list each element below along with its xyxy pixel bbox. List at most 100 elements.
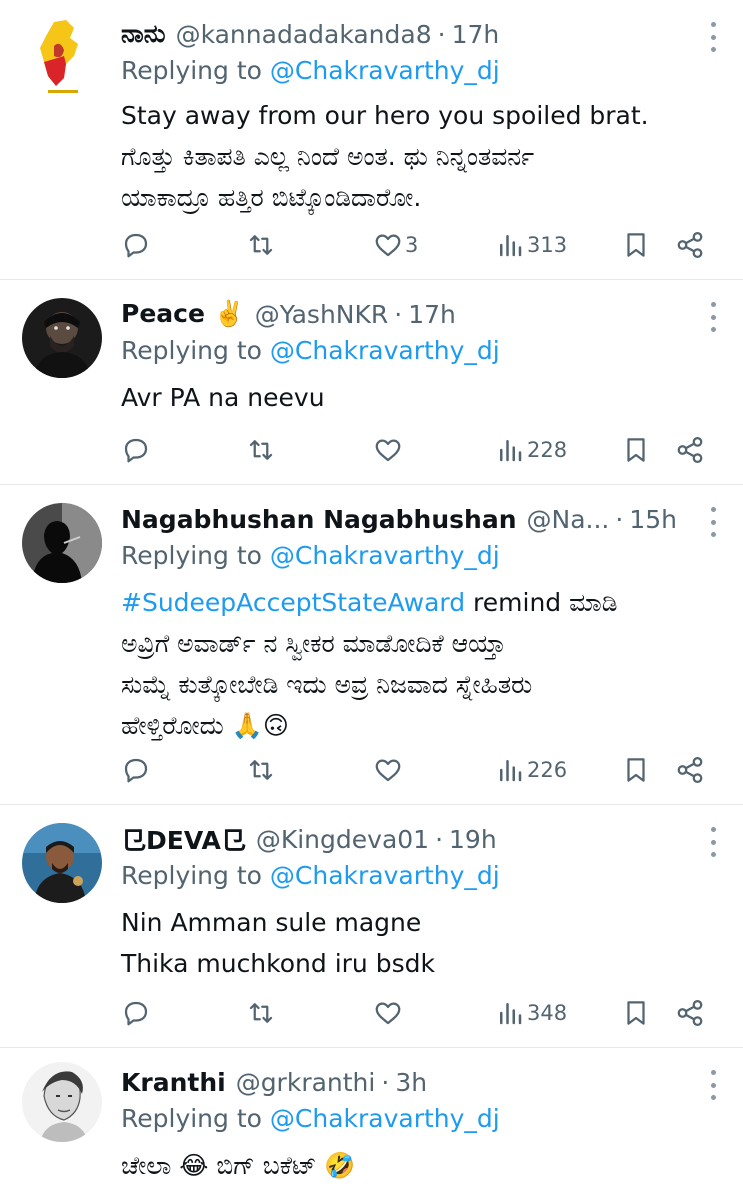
replying-label: Replying to: [121, 336, 270, 365]
avatar[interactable]: [30, 16, 96, 100]
mention-link[interactable]: @Chakravarthy_dj: [270, 56, 500, 85]
tweet[interactable]: Peace ✌️ @YashNKR · 17h Replying to @Cha…: [0, 280, 743, 485]
like-button[interactable]: [373, 430, 405, 470]
like-button[interactable]: [373, 750, 405, 790]
user-handle[interactable]: @YashNKR: [255, 300, 388, 329]
timestamp[interactable]: 17h: [452, 20, 500, 49]
views-button[interactable]: 313: [495, 225, 567, 265]
views-button[interactable]: 228: [495, 430, 567, 470]
tweet[interactable]: Kranthi @grkranthi · 3h Replying to @Cha…: [0, 1048, 743, 1200]
action-bar: 348: [121, 993, 721, 1033]
reply-button[interactable]: [121, 225, 151, 265]
display-name[interactable]: Kranthi: [121, 1068, 226, 1097]
separator-dot: ·: [435, 824, 444, 854]
more-options-icon[interactable]: [703, 507, 723, 537]
bookmark-button[interactable]: [621, 225, 651, 265]
tweet-header: Peace ✌️ @YashNKR · 17h: [121, 294, 456, 334]
like-button[interactable]: 3: [373, 225, 418, 265]
dark-portrait-avatar: [22, 298, 102, 378]
replying-to: Replying to @Chakravarthy_dj: [121, 56, 500, 85]
retweet-icon: [249, 440, 273, 460]
more-options-icon[interactable]: [703, 1070, 723, 1100]
timestamp[interactable]: 19h: [449, 825, 497, 854]
tweet[interactable]: ನಾನು @kannadadakanda8 · 17h Replying to …: [0, 0, 743, 280]
tweet[interactable]: Nagabhushan Nagabhushan @Na... · 15h Rep…: [0, 485, 743, 805]
views-button[interactable]: 226: [495, 750, 567, 790]
timestamp[interactable]: 3h: [395, 1068, 427, 1097]
retweet-icon: [249, 235, 273, 255]
avatar[interactable]: [22, 823, 102, 903]
user-handle[interactable]: @kannadadakanda8: [176, 20, 432, 49]
mention-link[interactable]: @Chakravarthy_dj: [270, 336, 500, 365]
display-name[interactable]: Peace ✌️: [121, 299, 245, 329]
user-handle[interactable]: @grkranthi: [236, 1068, 376, 1097]
retweet-button[interactable]: [246, 750, 276, 790]
bookmark-button[interactable]: [621, 430, 651, 470]
timestamp[interactable]: 15h: [629, 505, 677, 534]
more-options-icon[interactable]: [703, 22, 723, 52]
replying-label: Replying to: [121, 1104, 270, 1133]
more-options-icon[interactable]: [703, 827, 723, 857]
replying-to: Replying to @Chakravarthy_dj: [121, 861, 500, 890]
share-button[interactable]: [675, 225, 705, 265]
hashtag-link[interactable]: #SudeepAcceptStateAward: [121, 588, 465, 617]
tweet-text: Avr PA na neevu: [121, 377, 325, 418]
reply-button[interactable]: [121, 430, 151, 470]
share-icon: [677, 232, 703, 258]
retweet-button[interactable]: [246, 225, 276, 265]
mention-link[interactable]: @Chakravarthy_dj: [270, 541, 500, 570]
tweet-header: ನಾನು @kannadadakanda8 · 17h: [121, 14, 499, 54]
tweet-text: #SudeepAcceptStateAward remind ಮಾಡಿ ಅವ್ರ…: [121, 582, 617, 746]
mention-link[interactable]: @Chakravarthy_dj: [270, 1104, 500, 1133]
avatar[interactable]: [22, 1062, 102, 1142]
bookmark-button[interactable]: [621, 993, 651, 1033]
separator-dot: ·: [437, 19, 446, 49]
user-handle[interactable]: @Na...: [527, 505, 610, 534]
tweet-text-line: ಚೇಲಾ 😂 ಬಿಗ್ ಬಕೆಟ್ 🤣: [121, 1151, 356, 1180]
retweet-icon: [249, 760, 273, 780]
retweet-button[interactable]: [246, 430, 276, 470]
avatar[interactable]: [22, 298, 102, 378]
like-icon: [375, 1002, 401, 1025]
share-button[interactable]: [675, 993, 705, 1033]
display-name[interactable]: ನಾನು: [121, 19, 166, 49]
replying-to: Replying to @Chakravarthy_dj: [121, 541, 500, 570]
tweet-text-line: ಯಾಕಾದ್ರೂ ಹತ್ತಿರ ಬಿಟ್ಕೊಂಡಿದಾರೋ.: [121, 183, 422, 212]
reply-icon: [124, 758, 148, 783]
action-bar: 3 313: [121, 225, 721, 265]
reply-feed: ನಾನು @kannadadakanda8 · 17h Replying to …: [0, 0, 743, 1200]
tweet-text-segment: remind ಮಾಡಿ: [465, 588, 618, 617]
views-count: 313: [527, 233, 568, 257]
tweet[interactable]: ⺋DEVA⺋ @Kingdeva01 · 19h Replying to @Ch…: [0, 805, 743, 1048]
replying-label: Replying to: [121, 861, 270, 890]
tweet-text-line: Nin Amman sule magne: [121, 908, 422, 937]
reply-button[interactable]: [121, 993, 151, 1033]
replying-label: Replying to: [121, 541, 270, 570]
bookmark-button[interactable]: [621, 750, 651, 790]
like-button[interactable]: [373, 993, 405, 1033]
karnataka-map-avatar: [30, 16, 96, 100]
views-count: 226: [527, 758, 568, 782]
user-handle[interactable]: @Kingdeva01: [256, 825, 429, 854]
tweet-text-line: Avr PA na neevu: [121, 383, 325, 412]
retweet-button[interactable]: [246, 993, 276, 1033]
replying-label: Replying to: [121, 56, 270, 85]
replying-to: Replying to @Chakravarthy_dj: [121, 1104, 500, 1133]
views-button[interactable]: 348: [495, 993, 567, 1033]
share-icon: [677, 437, 703, 463]
timestamp[interactable]: 17h: [408, 300, 456, 329]
share-button[interactable]: [675, 430, 705, 470]
more-options-icon[interactable]: [703, 302, 723, 332]
display-name[interactable]: Nagabhushan Nagabhushan: [121, 505, 517, 534]
display-name[interactable]: ⺋DEVA⺋: [121, 821, 246, 857]
bookmark-icon: [627, 758, 645, 782]
avatar[interactable]: [22, 503, 102, 583]
mention-link[interactable]: @Chakravarthy_dj: [270, 861, 500, 890]
share-button[interactable]: [675, 750, 705, 790]
man-photo-avatar: [22, 823, 102, 903]
tweet-text: Nin Amman sule magne Thika muchkond iru …: [121, 902, 435, 984]
tweet-text: Stay away from our hero you spoiled brat…: [121, 95, 649, 218]
reply-button[interactable]: [121, 750, 151, 790]
tweet-text: ಚೇಲಾ 😂 ಬಿಗ್ ಬಕೆಟ್ 🤣: [121, 1145, 356, 1186]
tweet-text-line: ಹೇಳ್ತಿರೋದು 🙏🙃: [121, 711, 289, 740]
